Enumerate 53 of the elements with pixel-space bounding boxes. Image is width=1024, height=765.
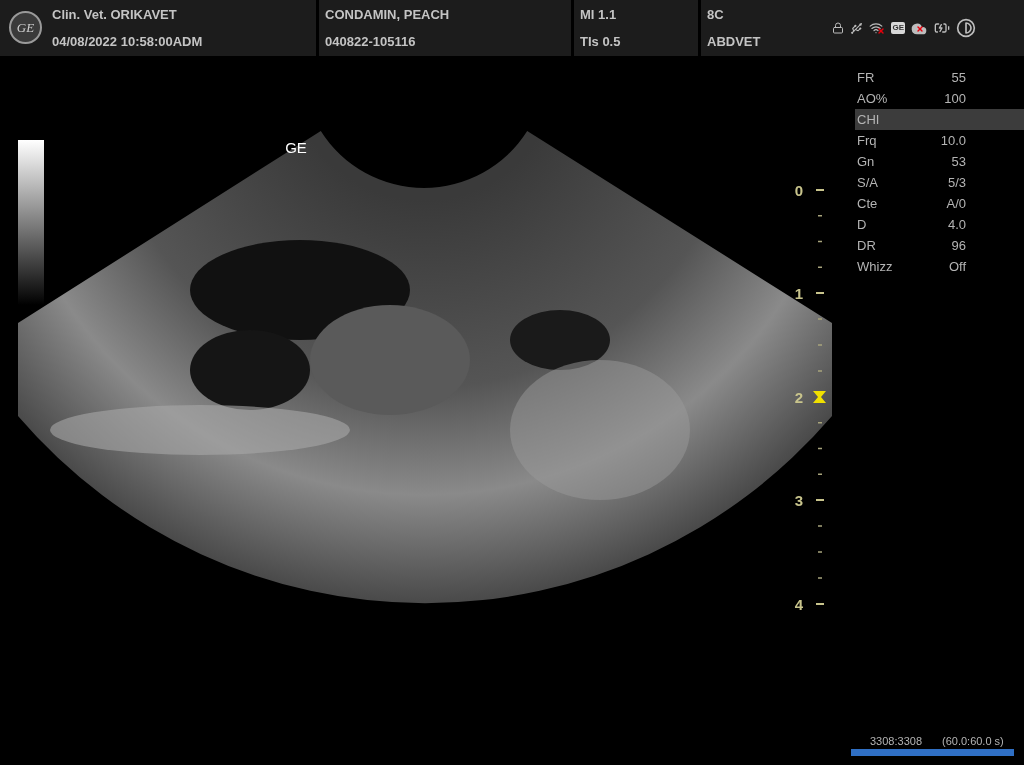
parameter-row[interactable]: DR 96 bbox=[855, 235, 1024, 256]
header-text: MI 1.1 bbox=[580, 6, 618, 24]
parameter-label: Gn bbox=[857, 152, 875, 171]
parameter-row[interactable]: AO% 100 bbox=[855, 88, 1024, 109]
parameter-value: 55 bbox=[951, 68, 966, 87]
parameter-row[interactable]: Whizz Off bbox=[855, 256, 1024, 277]
lock-icon bbox=[832, 22, 845, 34]
parameter-row[interactable]: Frq 10.0 bbox=[855, 130, 1024, 151]
wifi-error-icon bbox=[869, 21, 886, 35]
parameter-label: Frq bbox=[857, 131, 877, 150]
depth-label: 2 bbox=[794, 389, 804, 406]
parameter-row[interactable]: S/A 5/3 bbox=[855, 172, 1024, 193]
logo: GE bbox=[9, 11, 42, 44]
depth-label: 1 bbox=[794, 285, 804, 302]
parameter-label: D bbox=[857, 215, 867, 234]
parameter-value: A/0 bbox=[946, 194, 966, 213]
header-text: Clin. Vet. ORIKAVET bbox=[52, 6, 178, 24]
parameter-label: Cte bbox=[857, 194, 878, 213]
parameter-value: 5/3 bbox=[947, 173, 966, 192]
depth-label: 4 bbox=[794, 596, 804, 613]
parameter-value: 53 bbox=[951, 152, 966, 171]
parameter-row[interactable]: Gn 53 bbox=[855, 151, 1024, 172]
parameter-label: DR bbox=[857, 236, 876, 255]
parameter-value: Off bbox=[948, 257, 966, 276]
header-text: CONDAMIN, PEACH bbox=[325, 6, 450, 24]
parameter-label: S/A bbox=[857, 173, 878, 192]
depth-label: 3 bbox=[794, 492, 804, 509]
orientation-mark: GE bbox=[285, 139, 307, 156]
parameter-label: FR bbox=[857, 68, 875, 87]
usb-icon bbox=[850, 21, 864, 35]
battery-icon bbox=[934, 20, 950, 36]
header-text: 040822-105116 bbox=[325, 32, 417, 51]
parameter-label: Whizz bbox=[857, 257, 893, 276]
parameter-row[interactable]: D 4.0 bbox=[855, 214, 1024, 235]
parameter-label: AO% bbox=[857, 89, 888, 108]
parameter-label: CHI bbox=[857, 110, 880, 129]
contrast-icon bbox=[956, 18, 976, 38]
parameter-row[interactable]: CHI bbox=[855, 109, 1024, 130]
cine-time: (60.0:60.0 s) bbox=[942, 733, 1004, 749]
cine-frame-count: 3308:3308 bbox=[870, 733, 922, 749]
parameter-value: 96 bbox=[951, 236, 966, 255]
header-text: 04/08/2022 10:58:00ADM bbox=[52, 32, 203, 51]
header-text: 8C bbox=[707, 6, 725, 24]
cloud-error-icon bbox=[911, 21, 928, 35]
parameter-value: 4.0 bbox=[947, 215, 966, 234]
parameter-value: 10.0 bbox=[940, 131, 966, 150]
header-text: TIs 0.5 bbox=[580, 32, 621, 51]
status-badge: GE bbox=[891, 22, 905, 34]
header-text: ABDVET bbox=[707, 32, 761, 51]
parameter-value: 100 bbox=[944, 89, 966, 108]
depth-label: 0 bbox=[794, 182, 804, 199]
parameter-row[interactable]: Cte A/0 bbox=[855, 193, 1024, 214]
parameter-row[interactable]: FR 55 bbox=[855, 67, 1024, 88]
